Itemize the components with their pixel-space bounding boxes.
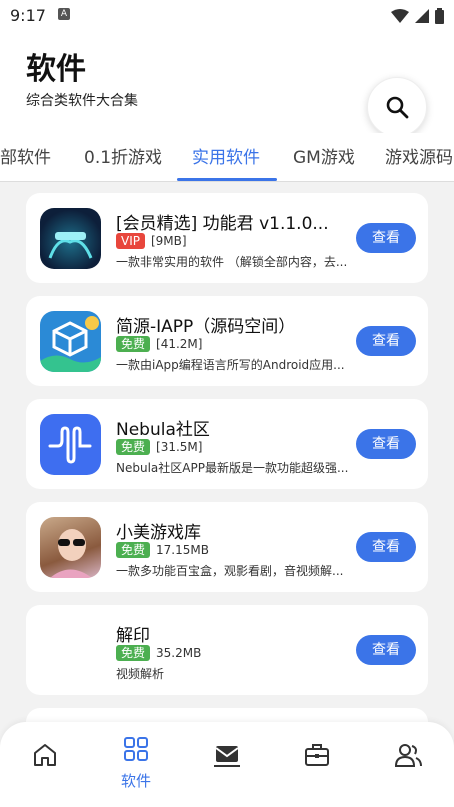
free-badge: 免费: [116, 439, 151, 455]
app-description: 一款由iApp编程语言所写的Android应用...: [116, 358, 345, 372]
bottom-navigation: 软件: [0, 722, 454, 807]
app-size: [41.2M]: [156, 337, 203, 351]
app-name: Nebula社区: [116, 420, 210, 440]
view-button[interactable]: 查看: [356, 326, 416, 356]
divider: [0, 181, 454, 182]
mail-icon: [214, 746, 240, 767]
list-item[interactable]: [会员精选] 功能君 v1.1.0... VIP [9MB] 一款非常实用的软件…: [26, 193, 428, 283]
view-button[interactable]: 查看: [356, 223, 416, 253]
app-size: [31.5M]: [156, 440, 203, 454]
app-size: 17.15MB: [156, 543, 209, 557]
app-icon: [40, 311, 101, 372]
app-size: 35.2MB: [156, 646, 202, 660]
vip-badge: VIP: [116, 233, 145, 249]
view-button[interactable]: 查看: [356, 429, 416, 459]
nav-home[interactable]: [15, 742, 75, 772]
free-badge: 免费: [116, 542, 151, 558]
list-item[interactable]: Nebula社区 免费 [31.5M] Nebula社区APP最新版是一款功能超…: [26, 399, 428, 489]
nav-messages[interactable]: [197, 742, 257, 772]
app-description: Nebula社区APP最新版是一款功能超级强...: [116, 461, 349, 475]
app-meta: 免费 [41.2M]: [116, 335, 202, 353]
status-bar: 9:17 A: [0, 0, 454, 32]
tab-discount-games[interactable]: 0.1折游戏: [84, 143, 162, 168]
nav-software[interactable]: 软件: [106, 736, 166, 791]
app-meta: 免费 35.2MB: [116, 644, 201, 662]
view-button[interactable]: 查看: [356, 635, 416, 665]
status-icons: [391, 6, 444, 26]
app-description: 一款非常实用的软件 （解锁全部内容，去...: [116, 255, 348, 269]
page-title: 软件: [26, 52, 86, 87]
tab-all-software[interactable]: 部软件: [0, 143, 51, 168]
signal-icon: [415, 9, 429, 23]
nav-toolbox[interactable]: [287, 742, 347, 772]
users-icon: [394, 744, 422, 767]
app-description: 视频解析: [116, 667, 165, 681]
app-name: 解印: [116, 626, 150, 646]
toolbox-icon: [305, 744, 329, 766]
free-badge: 免费: [116, 645, 151, 661]
search-button[interactable]: [367, 77, 427, 137]
status-time: 9:17: [10, 6, 46, 25]
nav-profile[interactable]: [378, 742, 438, 772]
app-name: 简源-IAPP（源码空间）: [116, 317, 296, 337]
tab-game-source[interactable]: 游戏源码: [385, 143, 453, 168]
tab-gm-games[interactable]: GM游戏: [293, 143, 355, 168]
app-meta: 免费 [31.5M]: [116, 438, 202, 456]
app-icon: [40, 414, 101, 475]
battery-icon: [435, 8, 444, 24]
notification-icon: A: [58, 8, 70, 20]
wifi-icon: [391, 9, 409, 23]
app-icon: [40, 208, 101, 269]
app-size: [9MB]: [150, 234, 187, 248]
page-subtitle: 综合类软件大合集: [26, 93, 138, 109]
tab-utility-software[interactable]: 实用软件: [192, 143, 260, 168]
search-icon: [386, 96, 409, 119]
list-item[interactable]: 简源-IAPP（源码空间） 免费 [41.2M] 一款由iApp编程语言所写的A…: [26, 296, 428, 386]
app-meta: 免费 17.15MB: [116, 541, 209, 559]
app-meta: VIP [9MB]: [116, 232, 187, 250]
apps-grid-icon: [124, 737, 148, 761]
view-button[interactable]: 查看: [356, 532, 416, 562]
list-item[interactable]: 小美游戏库 免费 17.15MB 一款多功能百宝盒，观影看剧，音视频解... 查…: [26, 502, 428, 592]
category-tabs: 部软件 0.1折游戏 实用软件 GM游戏 游戏源码: [0, 133, 454, 181]
free-badge: 免费: [116, 336, 151, 352]
nav-software-label: 软件: [120, 772, 151, 790]
app-icon: [40, 620, 101, 681]
app-description: 一款多功能百宝盒，观影看剧，音视频解...: [116, 564, 344, 578]
list-item[interactable]: 解印 免费 35.2MB 视频解析 查看: [26, 605, 428, 695]
app-name: 小美游戏库: [116, 523, 201, 543]
app-icon: [40, 517, 101, 578]
home-icon: [34, 744, 56, 766]
app-name: [会员精选] 功能君 v1.1.0...: [116, 214, 329, 234]
